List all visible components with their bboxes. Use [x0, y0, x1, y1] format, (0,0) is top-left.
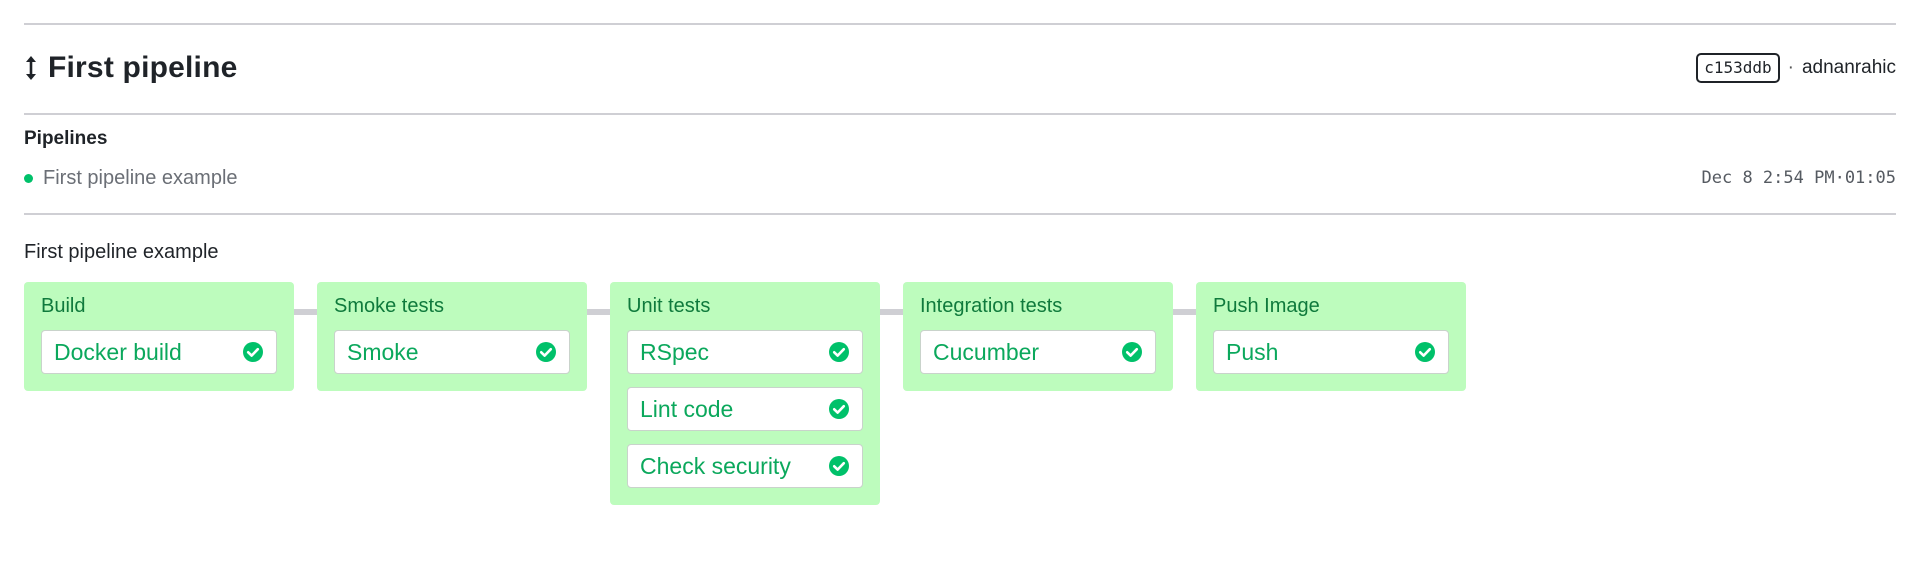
job-name: Lint code	[640, 395, 734, 422]
pipeline-page: First pipeline c153ddb · adnanrahic Pipe…	[0, 0, 1920, 588]
check-circle-icon	[536, 342, 556, 362]
job-docker-build[interactable]: Docker build	[41, 330, 277, 374]
job-smoke[interactable]: Smoke	[334, 330, 570, 374]
job-name: Smoke	[347, 338, 419, 365]
stage-title: Build	[41, 295, 86, 317]
top-divider	[24, 23, 1896, 25]
header-divider	[24, 113, 1896, 115]
stage-connector	[587, 309, 610, 315]
pipeline-time: Dec 8 2:54 PM·01:05	[1702, 168, 1897, 188]
status-dot-icon	[24, 173, 33, 183]
author-name: adnanrahic	[1801, 57, 1896, 78]
job-lint-code[interactable]: Lint code	[627, 387, 863, 431]
check-circle-icon	[829, 342, 849, 362]
check-circle-icon	[1122, 342, 1142, 362]
stage-title: Unit tests	[627, 295, 711, 317]
workflow-header: First pipeline c153ddb · adnanrahic	[24, 46, 1896, 90]
stage-connector	[880, 309, 903, 315]
job-cucumber[interactable]: Cucumber	[920, 330, 1156, 374]
title-group: First pipeline	[24, 51, 238, 85]
job-name: Check security	[640, 452, 791, 479]
pipeline-graph: Build Docker build Smoke tests Smoke Uni…	[24, 282, 1524, 522]
commit-meta: c153ddb · adnanrahic	[1696, 53, 1896, 83]
check-circle-icon	[829, 399, 849, 419]
job-name: Cucumber	[933, 338, 1040, 365]
job-push[interactable]: Push	[1213, 330, 1449, 374]
pipeline-name: First pipeline example	[43, 166, 238, 189]
stage-connector	[1173, 309, 1196, 315]
pipeline-timestamp: Dec 8 2:54 PM	[1701, 168, 1835, 188]
commit-sha-badge[interactable]: c153ddb	[1696, 53, 1780, 83]
pipelines-divider	[24, 213, 1896, 215]
stage-unit-tests: Unit tests RSpec Lint code Check securit…	[610, 282, 880, 505]
check-circle-icon	[829, 456, 849, 476]
meta-separator: ·	[1787, 57, 1794, 78]
job-name: Docker build	[54, 338, 182, 365]
job-check-security[interactable]: Check security	[627, 444, 863, 488]
stage-build: Build Docker build	[24, 282, 294, 391]
pipeline-duration: 01:05	[1844, 168, 1896, 188]
check-circle-icon	[243, 342, 263, 362]
pipeline-title: First pipeline example	[24, 241, 219, 263]
job-rspec[interactable]: RSpec	[627, 330, 863, 374]
check-circle-icon	[1415, 342, 1435, 362]
stage-title: Integration tests	[920, 295, 1063, 317]
stage-title: Push Image	[1213, 295, 1320, 317]
pipeline-list-item: First pipeline example Dec 8 2:54 PM·01:…	[24, 163, 1896, 193]
pipelines-heading: Pipelines	[24, 128, 108, 149]
stage-push-image: Push Image Push	[1196, 282, 1466, 391]
stage-connector	[294, 309, 317, 315]
stage-smoke-tests: Smoke tests Smoke	[317, 282, 587, 391]
stage-integration-tests: Integration tests Cucumber	[903, 282, 1173, 391]
job-name: RSpec	[640, 338, 710, 365]
stage-title: Smoke tests	[334, 295, 445, 317]
updown-arrow-icon	[26, 56, 36, 80]
job-name: Push	[1226, 338, 1279, 365]
page-title: First pipeline	[48, 51, 238, 84]
pipeline-link[interactable]: First pipeline example	[24, 167, 238, 190]
time-separator: ·	[1834, 168, 1845, 188]
